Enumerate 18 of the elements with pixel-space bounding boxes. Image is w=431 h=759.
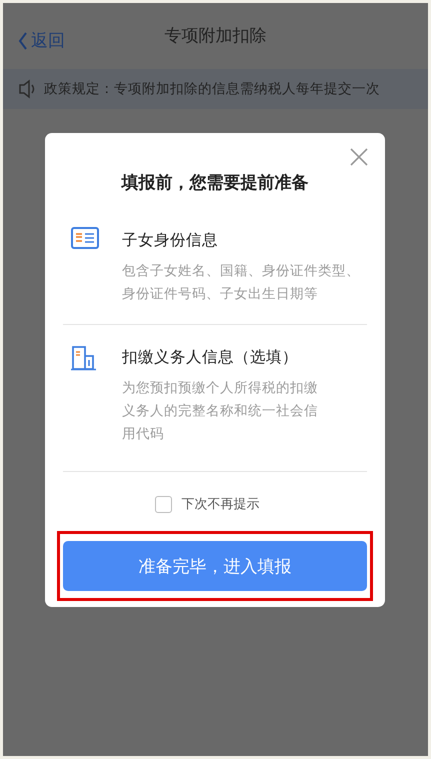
close-icon [349,147,369,167]
confirm-button[interactable]: 准备完毕，进入填报 [63,541,367,591]
item-title: 扣缴义务人信息（选填） [122,347,299,368]
item-description: 包含子女姓名、国籍、身份证件类型、身份证件号码、子女出生日期等 [122,262,361,304]
building-icon [71,344,96,371]
page-title: 专项附加扣除 [164,24,266,46]
close-button[interactable] [349,147,369,167]
item-description: 为您预扣预缴个人所得税的扣缴义务人的完整名称和统一社会信用代码 [122,379,319,444]
dialog-title: 填报前，您需要提前准备 [120,172,310,194]
speaker-icon [18,79,36,99]
notice-text: 政策规定：专项附加扣除的信息需纳税人每年提交一次 [44,80,380,98]
item-title: 子女身份信息 [122,230,219,251]
back-button[interactable]: 返回 [17,29,65,52]
checkbox[interactable] [154,496,172,512]
checkbox-label: 下次不再提示 [182,496,260,513]
do-not-show-again-checkbox[interactable]: 下次不再提示 [47,495,367,513]
id-card-icon [71,227,99,249]
chevron-left-icon [17,30,28,50]
